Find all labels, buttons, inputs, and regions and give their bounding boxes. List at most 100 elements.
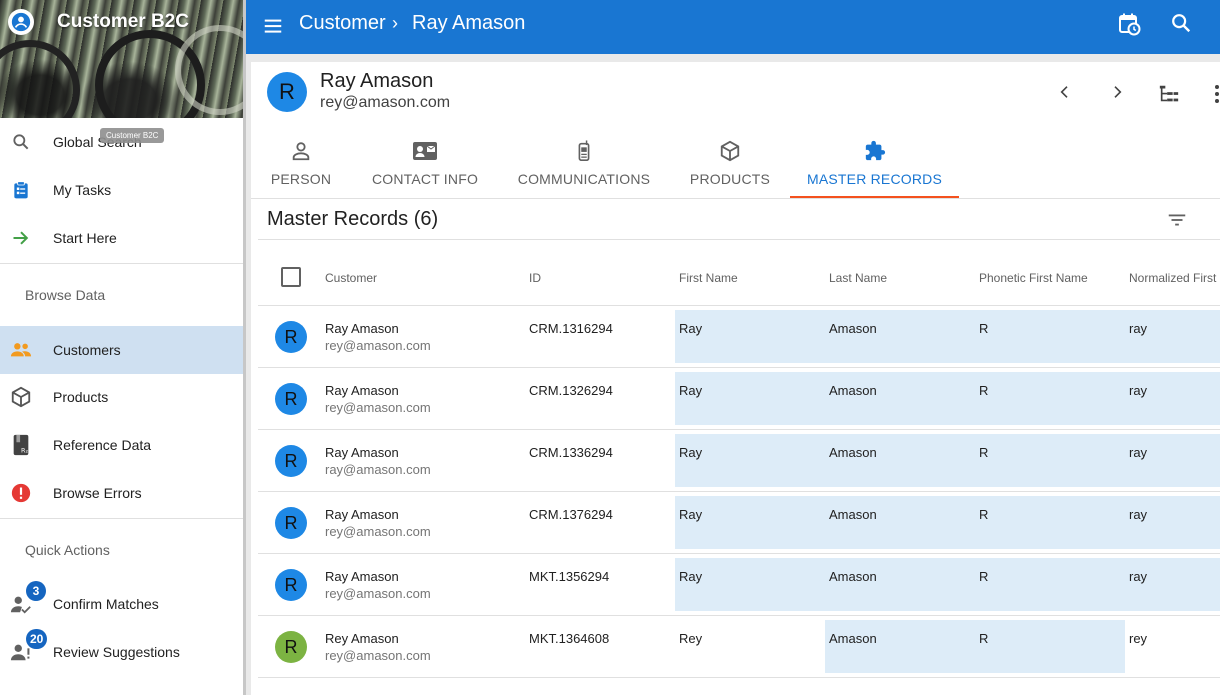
column-header-first-name[interactable]: First Name xyxy=(679,271,738,285)
confirm-matches-count-badge: 3 xyxy=(26,581,46,601)
row-customer-email: ray@amason.com xyxy=(325,462,431,477)
column-header-id[interactable]: ID xyxy=(529,271,541,285)
user-avatar-icon[interactable] xyxy=(8,9,34,35)
row-customer-name[interactable]: Ray Amason xyxy=(325,569,399,584)
sidebar-item-review-suggestions[interactable]: 20 Review Suggestions xyxy=(0,628,243,676)
row-customer-name[interactable]: Ray Amason xyxy=(325,321,399,336)
sidebar: Customer B2C Global Search Customer B2C … xyxy=(0,0,243,695)
row-customer-name[interactable]: Ray Amason xyxy=(325,445,399,460)
row-id: CRM.1336294 xyxy=(529,445,613,460)
row-first-name: Ray xyxy=(679,383,703,398)
review-suggestions-count-badge: 20 xyxy=(26,629,48,649)
column-header-last-name[interactable]: Last Name xyxy=(829,271,887,285)
row-avatar: R xyxy=(275,507,307,539)
row-avatar: R xyxy=(275,445,307,477)
row-first-name: Rey xyxy=(679,631,703,646)
match-highlight xyxy=(675,558,1220,611)
arrow-right-icon xyxy=(10,227,32,249)
row-id: CRM.1316294 xyxy=(529,321,613,336)
sidebar-item-label: Products xyxy=(53,389,109,405)
sidebar-divider xyxy=(0,263,243,264)
filter-icon[interactable] xyxy=(1166,209,1188,236)
tab-communications[interactable]: COMMUNICATIONS xyxy=(514,132,654,198)
hierarchy-icon[interactable] xyxy=(1158,83,1180,110)
row-id: CRM.1376294 xyxy=(529,507,613,522)
tab-products[interactable]: PRODUCTS xyxy=(689,132,771,198)
sidebar-border xyxy=(243,0,246,695)
people-icon xyxy=(10,339,32,361)
row-first-name: Ray xyxy=(679,445,703,460)
tab-label: PERSON xyxy=(270,171,332,187)
row-normalized-first: ray xyxy=(1129,569,1148,584)
chevron-left-icon[interactable] xyxy=(1057,84,1073,105)
tab-label: CONTACT INFO xyxy=(371,171,479,187)
row-normalized-first: ray xyxy=(1129,383,1148,398)
sidebar-hero-image: Customer B2C xyxy=(0,0,243,118)
person-icon xyxy=(290,140,312,167)
column-header-customer[interactable]: Customer xyxy=(325,271,377,285)
row-last-name: Amason xyxy=(829,569,877,584)
table-row[interactable]: R Ray Amason rey@amason.com CRM.1316294 … xyxy=(258,306,1220,368)
app-title: Customer B2C xyxy=(57,11,189,32)
row-customer-name[interactable]: Rey Amason xyxy=(325,631,399,646)
sidebar-item-my-tasks[interactable]: My Tasks xyxy=(0,166,243,214)
sidebar-item-customers[interactable]: Customers xyxy=(0,326,243,374)
more-vertical-icon[interactable] xyxy=(1214,84,1220,109)
record-avatar: R xyxy=(267,72,307,112)
table-row[interactable]: R Ray Amason rey@amason.com CRM.1326294 … xyxy=(258,368,1220,430)
breadcrumb-current: Ray Amason xyxy=(412,12,526,34)
record-email: rey@amason.com xyxy=(320,94,451,111)
calendar-clock-icon[interactable] xyxy=(1117,12,1141,41)
cube-icon xyxy=(719,140,741,167)
row-last-name: Amason xyxy=(829,445,877,460)
match-highlight xyxy=(675,496,1220,549)
row-customer-name[interactable]: Ray Amason xyxy=(325,507,399,522)
quick-actions-heading: Quick Actions xyxy=(25,542,110,558)
clipboard-icon xyxy=(10,179,32,201)
tab-contact-info[interactable]: CONTACT INFO xyxy=(370,132,480,198)
breadcrumb-root[interactable]: Customer xyxy=(299,12,386,35)
tabs-divider xyxy=(251,198,1220,199)
row-normalized-first: ray xyxy=(1129,321,1148,336)
tab-master-records[interactable]: MASTER RECORDS xyxy=(790,132,959,198)
puzzle-icon xyxy=(864,140,886,167)
match-highlight xyxy=(825,620,1125,673)
tab-person[interactable]: PERSON xyxy=(263,132,339,198)
sidebar-item-products[interactable]: Products xyxy=(0,373,243,421)
table-row[interactable]: R Ray Amason rey@amason.com CRM.1376294 … xyxy=(258,492,1220,554)
row-normalized-first: ray xyxy=(1129,445,1148,460)
row-last-name: Amason xyxy=(829,383,877,398)
column-header-phonetic-first-name[interactable]: Phonetic First Name xyxy=(979,271,1088,285)
row-last-name: Amason xyxy=(829,631,877,646)
contact-card-icon xyxy=(412,140,438,167)
row-first-name: Ray xyxy=(679,569,703,584)
row-customer-email: rey@amason.com xyxy=(325,524,431,539)
select-all-checkbox[interactable] xyxy=(281,267,301,287)
sidebar-item-start-here[interactable]: Start Here xyxy=(0,214,243,262)
master-records-title: Master Records (6) xyxy=(267,208,439,230)
row-customer-name[interactable]: Ray Amason xyxy=(325,383,399,398)
top-app-bar: Customer › Ray Amason xyxy=(246,0,1220,54)
cube-icon xyxy=(10,386,32,408)
row-customer-email: rey@amason.com xyxy=(325,338,431,353)
record-name: Ray Amason xyxy=(320,70,434,92)
row-normalized-first: ray xyxy=(1129,507,1148,522)
table-row[interactable]: R Rey Amason rey@amason.com MKT.1364608 … xyxy=(258,616,1220,678)
sidebar-item-reference-data[interactable]: R₂ Reference Data xyxy=(0,421,243,469)
match-highlight xyxy=(675,310,1220,363)
sidebar-item-label: Reference Data xyxy=(53,437,152,453)
row-phonetic-first-name: R xyxy=(979,445,989,460)
sidebar-item-label: Confirm Matches xyxy=(53,596,159,612)
menu-icon[interactable] xyxy=(262,15,284,42)
sidebar-item-confirm-matches[interactable]: 3 Confirm Matches xyxy=(0,580,243,628)
row-id: MKT.1364608 xyxy=(529,631,610,646)
chevron-right-icon[interactable] xyxy=(1109,84,1125,105)
row-phonetic-first-name: R xyxy=(979,631,989,646)
row-normalized-first: rey xyxy=(1129,631,1148,646)
search-icon[interactable] xyxy=(1170,12,1192,39)
column-header-normalized-first[interactable]: Normalized First xyxy=(1129,271,1216,285)
table-row[interactable]: R Ray Amason rey@amason.com MKT.1356294 … xyxy=(258,554,1220,616)
table-row[interactable]: R Ray Amason ray@amason.com CRM.1336294 … xyxy=(258,430,1220,492)
row-id: CRM.1326294 xyxy=(529,383,613,398)
sidebar-item-browse-errors[interactable]: Browse Errors xyxy=(0,469,243,517)
